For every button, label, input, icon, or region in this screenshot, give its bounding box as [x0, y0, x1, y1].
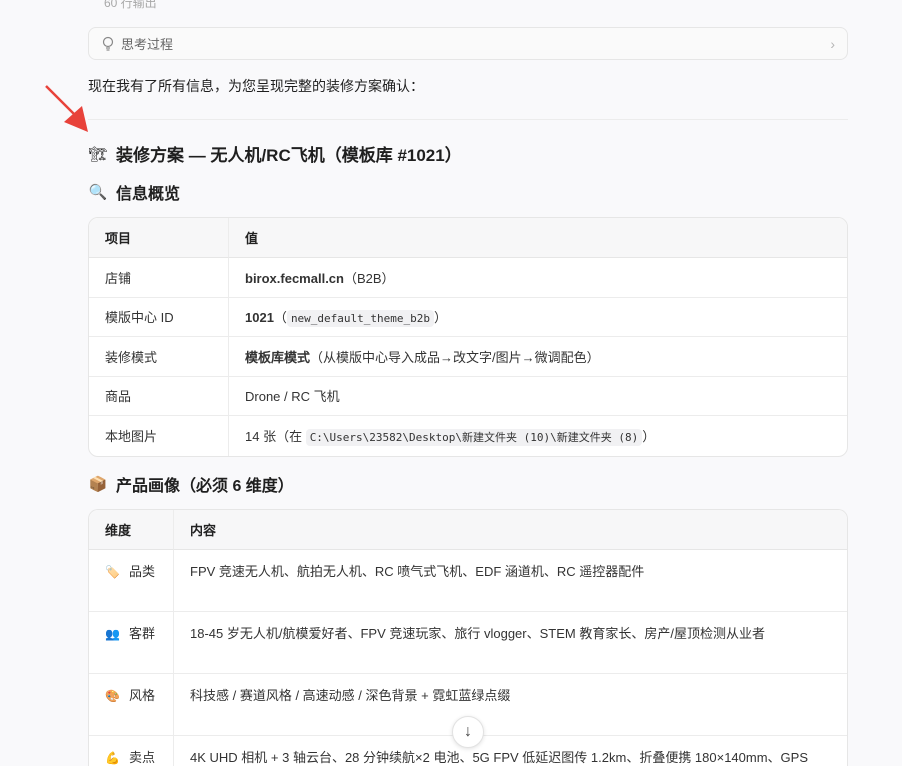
- table-row: 店铺 birox.fecmall.cn（B2B）: [89, 258, 847, 298]
- red-arrow-icon: [45, 85, 88, 132]
- people-icon: 👥: [105, 627, 120, 641]
- magnifier-icon: 🔍: [88, 184, 108, 201]
- row-value: 1021（ new_default_theme_b2b）: [229, 298, 847, 337]
- table-row: 👥 客群 18-45 岁无人机/航模爱好者、FPV 竞速玩家、旅行 vlogger…: [89, 612, 847, 674]
- info-overview-table: 项目 值 店铺 birox.fecmall.cn（B2B） 模版中心 ID 10…: [88, 217, 848, 457]
- arrow-down-icon: ↓: [464, 723, 472, 740]
- dimension-content: 科技感 / 赛道风格 / 高速动感 / 深色背景 + 霓虹蓝绿点缀: [174, 674, 847, 736]
- image-count: 14 张（在: [245, 429, 306, 445]
- tag-icon: 🏷️: [105, 565, 120, 579]
- dimension-content: 4K UHD 相机 + 3 轴云台、28 分钟续航×2 电池、5G FPV 低延…: [190, 750, 809, 765]
- dimension-label: 品类: [129, 564, 156, 579]
- divider: [88, 119, 848, 120]
- row-value: birox.fecmall.cn（B2B）: [229, 258, 847, 298]
- table-row: 模版中心 ID 1021（ new_default_theme_b2b）: [89, 297, 847, 337]
- plan-title-text: 装修方案 — 无人机/RC飞机（模板库 #1021）: [116, 146, 462, 165]
- truncated-output-label: 60 行输出: [104, 0, 157, 10]
- dimension-label: 风格: [129, 688, 156, 703]
- construction-icon: 🏗: [88, 145, 108, 163]
- section-overview-title: 信息概览: [116, 186, 181, 203]
- paren-close: ）: [434, 310, 448, 326]
- dimension-cell: 👥 客群: [89, 612, 174, 674]
- row-key: 本地图片: [89, 416, 229, 456]
- lightbulb-icon: [102, 36, 114, 51]
- mode-description: （从模版中心导入成品→改文字/图片→微调配色）: [310, 349, 600, 365]
- column-header: 内容: [174, 510, 847, 550]
- row-value: 模板库模式（从模版中心导入成品→改文字/图片→微调配色）: [229, 337, 847, 377]
- section-persona-title: 产品画像（必须 6 维度）: [116, 478, 294, 495]
- store-domain: birox.fecmall.cn: [245, 270, 344, 286]
- paren-open: （: [273, 310, 287, 326]
- column-header: 值: [229, 218, 847, 258]
- mode-name: 模板库模式: [245, 349, 311, 365]
- row-key: 装修模式: [89, 337, 229, 377]
- dimension-cell: 💪 卖点: [89, 736, 174, 766]
- plan-title: 🏗 装修方案 — 无人机/RC飞机（模板库 #1021）: [88, 141, 462, 166]
- row-key: 商品: [89, 376, 229, 416]
- thinking-process-label: 思考过程: [121, 37, 174, 52]
- column-header: 项目: [89, 218, 229, 258]
- template-id: 1021: [245, 310, 274, 326]
- section-overview-heading: 🔍 信息概览: [88, 180, 180, 204]
- section-persona-heading: 📦 产品画像（必须 6 维度）: [88, 472, 294, 496]
- thinking-process-toggle[interactable]: 思考过程 ›: [88, 27, 848, 60]
- dimension-content: 18-45 岁无人机/航模爱好者、FPV 竞速玩家、旅行 vlogger、STE…: [174, 612, 847, 674]
- dimension-label: 客群: [129, 626, 156, 641]
- store-type: （B2B）: [343, 270, 395, 286]
- chevron-right-icon: ›: [830, 35, 835, 52]
- muscle-icon: 💪: [105, 751, 120, 765]
- intro-text: 现在我有了所有信息，为您呈现完整的装修方案确认：: [88, 78, 424, 94]
- dimension-cell: 🎨 风格: [89, 674, 174, 736]
- scroll-to-bottom-button[interactable]: ↓: [452, 716, 484, 748]
- package-icon: 📦: [88, 476, 108, 493]
- column-header: 维度: [89, 510, 174, 550]
- row-key: 店铺: [89, 258, 229, 298]
- theme-code: new_default_theme_b2b: [286, 310, 435, 328]
- row-value: Drone / RC 飞机: [229, 377, 847, 416]
- dimension-content: FPV 竞速无人机、航拍无人机、RC 喷气式飞机、EDF 涵道机、RC 遥控器配…: [174, 550, 847, 612]
- table-header-row: 项目 值: [89, 218, 847, 258]
- dimension-cell: 🏷️ 品类: [89, 550, 174, 612]
- palette-icon: 🎨: [105, 689, 120, 703]
- paren-close: ）: [642, 429, 656, 445]
- table-row: 装修模式 模板库模式（从模版中心导入成品→改文字/图片→微调配色）: [89, 337, 847, 377]
- table-row: 🏷️ 品类 FPV 竞速无人机、航拍无人机、RC 喷气式飞机、EDF 涵道机、RC…: [89, 550, 847, 612]
- image-path-code: C:\Users\23582\Desktop\新建文件夹 (10)\新建文件夹 …: [305, 429, 643, 447]
- dimension-label: 卖点: [129, 750, 156, 765]
- table-header-row: 维度 内容: [89, 510, 847, 550]
- table-row: 本地图片 14 张（在 C:\Users\23582\Desktop\新建文件夹…: [89, 416, 847, 456]
- row-key: 模版中心 ID: [89, 297, 229, 337]
- row-value: 14 张（在 C:\Users\23582\Desktop\新建文件夹 (10)…: [229, 416, 847, 456]
- table-row: 商品 Drone / RC 飞机: [89, 376, 847, 416]
